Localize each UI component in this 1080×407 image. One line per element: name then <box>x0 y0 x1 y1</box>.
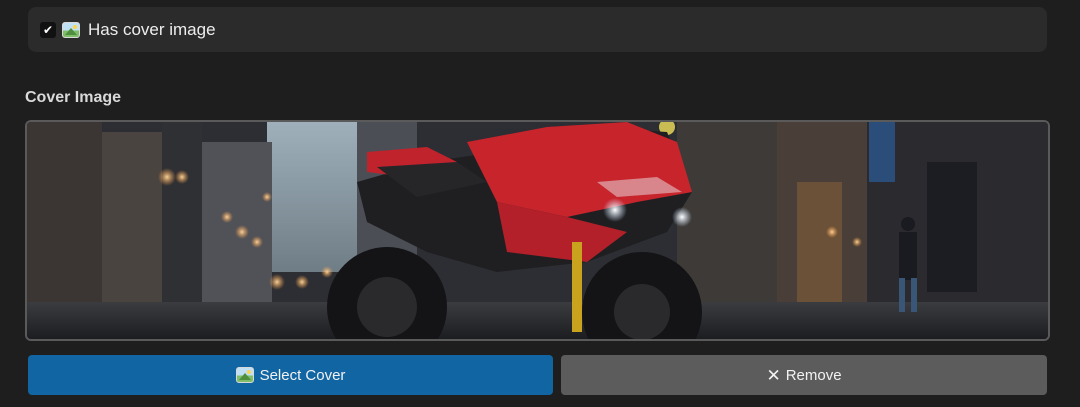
remove-cover-button[interactable]: ✕ Remove <box>561 355 1047 395</box>
remove-cover-label: Remove <box>785 366 842 384</box>
cover-image-photo <box>27 122 1048 339</box>
has-cover-label: Has cover image <box>88 19 216 39</box>
framed-picture-icon <box>235 367 254 383</box>
has-cover-toggle-row[interactable]: ✔ Has cover image <box>28 7 1047 52</box>
cover-image-preview <box>25 120 1050 341</box>
cover-settings-panel: ✔ Has cover image Cover Image Select Cov… <box>0 0 1080 407</box>
cover-image-heading: Cover Image <box>25 89 122 106</box>
framed-picture-icon <box>62 21 80 38</box>
select-cover-label: Select Cover <box>259 366 346 384</box>
select-cover-button[interactable]: Select Cover <box>28 355 553 395</box>
close-icon: ✕ <box>766 365 781 385</box>
has-cover-checkbox[interactable]: ✔ <box>40 21 56 38</box>
